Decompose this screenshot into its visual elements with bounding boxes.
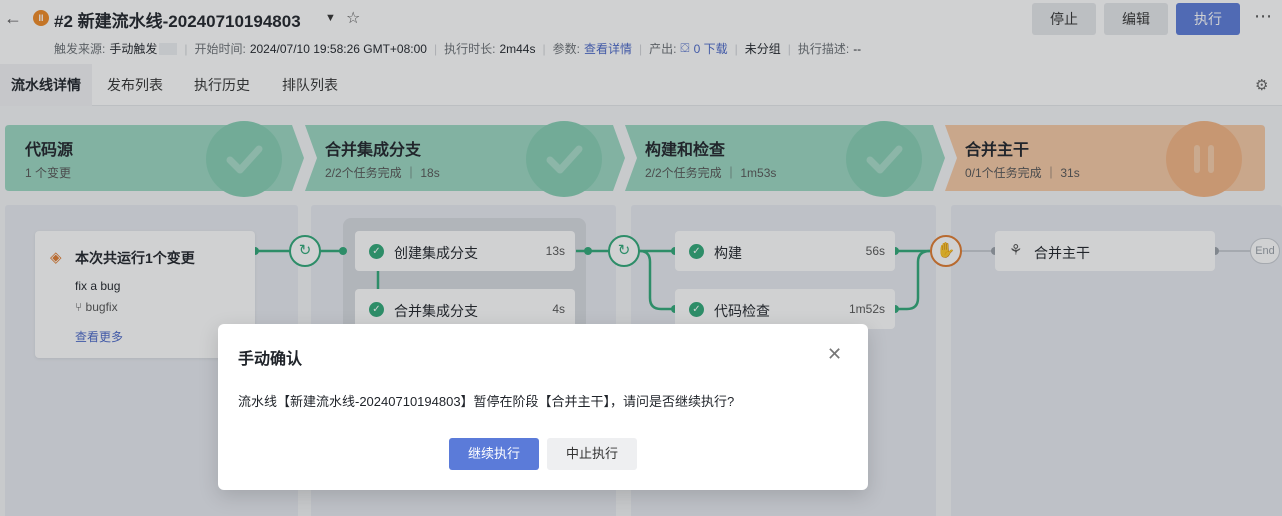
- continue-button[interactable]: 继续执行: [449, 438, 539, 470]
- abort-button[interactable]: 中止执行: [547, 438, 637, 470]
- dialog-title: 手动确认: [238, 351, 303, 368]
- manual-confirm-dialog: 手动确认 ✕ 流水线【新建流水线-20240710194803】暂停在阶段【合并…: [218, 324, 868, 490]
- close-icon[interactable]: ✕: [827, 345, 842, 363]
- dialog-message: 流水线【新建流水线-20240710194803】暂停在阶段【合并主干】，请问是…: [238, 394, 735, 409]
